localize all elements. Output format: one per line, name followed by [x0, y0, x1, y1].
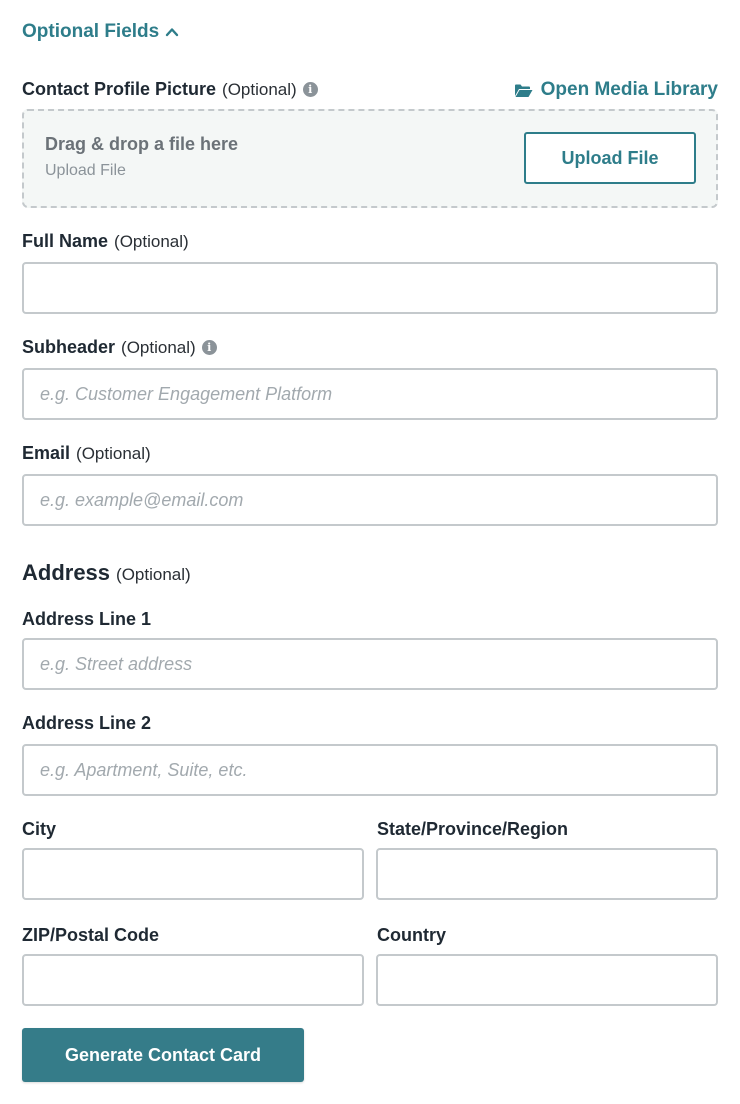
city-label: City — [22, 819, 56, 840]
address-section-title: Address (Optional) — [22, 560, 191, 586]
dropzone-title: Drag & drop a file here — [45, 134, 239, 154]
zip-label: ZIP/Postal Code — [22, 925, 159, 946]
email-label: Email (Optional) — [22, 443, 151, 464]
address-optional: (Optional) — [116, 565, 191, 584]
address-line2-label-text: Address Line 2 — [22, 713, 152, 733]
full-name-input[interactable] — [22, 262, 718, 314]
optional-fields-label: Optional Fields — [22, 21, 160, 42]
upload-file-button[interactable]: Upload File — [524, 132, 696, 184]
country-input[interactable] — [376, 954, 718, 1006]
full-name-label: Full Name (Optional) — [22, 231, 189, 252]
subheader-optional: (Optional) — [121, 337, 196, 357]
info-icon[interactable]: i — [201, 340, 217, 355]
address-line1-label-text: Address Line 1 — [22, 609, 152, 629]
dropzone-subtitle: Upload File — [45, 162, 126, 179]
info-icon[interactable]: i — [302, 82, 318, 97]
state-label-text: State/Province/Region — [377, 819, 569, 839]
address-line2-label: Address Line 2 — [22, 713, 151, 734]
address-title: Address — [22, 560, 111, 585]
address-line2-input[interactable] — [22, 744, 718, 796]
profile-picture-optional: (Optional) — [222, 79, 297, 99]
file-dropzone[interactable]: Drag & drop a file here Upload File Uplo… — [22, 109, 718, 208]
address-line1-label: Address Line 1 — [22, 609, 151, 630]
subheader-input[interactable] — [22, 368, 718, 420]
state-input[interactable] — [376, 848, 718, 900]
chevron-up-icon — [166, 28, 179, 37]
subheader-label-text: Subheader — [22, 337, 116, 357]
country-label: Country — [377, 925, 446, 946]
full-name-label-text: Full Name — [22, 231, 109, 251]
city-label-text: City — [22, 819, 57, 839]
state-label: State/Province/Region — [377, 819, 568, 840]
address-line1-input[interactable] — [22, 638, 718, 690]
generate-contact-card-button[interactable]: Generate Contact Card — [22, 1028, 304, 1082]
optional-fields-toggle[interactable]: Optional Fields — [22, 20, 179, 44]
subheader-label: Subheader (Optional) i — [22, 337, 217, 358]
profile-picture-label-text: Contact Profile Picture — [22, 79, 217, 99]
full-name-optional: (Optional) — [114, 231, 189, 251]
email-input[interactable] — [22, 474, 718, 526]
profile-picture-label: Contact Profile Picture (Optional) i — [22, 79, 318, 100]
open-media-library-label: Open Media Library — [540, 79, 718, 100]
email-optional: (Optional) — [76, 443, 151, 463]
open-media-library-link[interactable]: Open Media Library — [514, 78, 718, 102]
email-label-text: Email — [22, 443, 71, 463]
zip-input[interactable] — [22, 954, 364, 1006]
folder-open-icon — [514, 84, 533, 97]
country-label-text: Country — [377, 925, 446, 945]
city-input[interactable] — [22, 848, 364, 900]
zip-label-text: ZIP/Postal Code — [22, 925, 160, 945]
